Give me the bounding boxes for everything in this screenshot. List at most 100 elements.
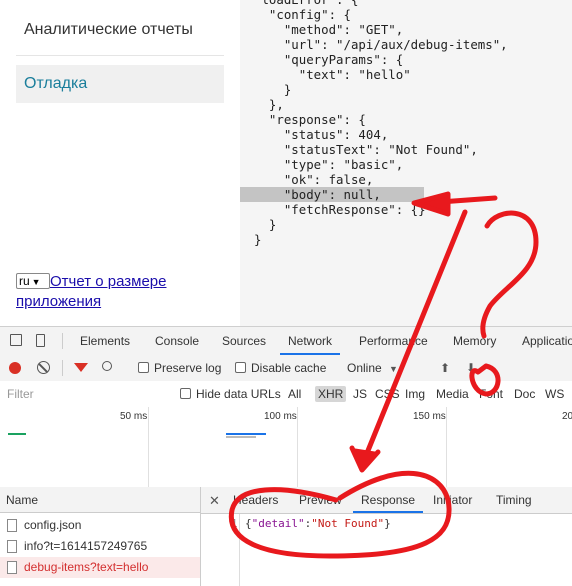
request-name: info?t=1614157249765 [24, 539, 148, 553]
code-line: } [254, 217, 277, 232]
timeline-bar [226, 436, 256, 438]
tab-application[interactable]: Applicatio [522, 327, 572, 355]
footer-row: ru ▼ Отчет о размере приложения [16, 272, 226, 312]
app-area: Аналитические отчеты Отладка ru ▼ Отчет о … [0, 0, 572, 326]
record-icon[interactable] [9, 362, 21, 374]
name-column-header[interactable]: Name [0, 487, 200, 513]
tab-initiator[interactable]: Initiator [433, 487, 472, 513]
code-line: "text": "hello" [254, 67, 411, 82]
inspect-element-icon[interactable] [10, 334, 22, 346]
disable-cache-checkbox[interactable]: Disable cache [235, 360, 326, 376]
clear-icon[interactable] [37, 361, 50, 374]
devtools-tab-bar: Elements Console Sources Network Perform… [0, 327, 572, 356]
divider [62, 360, 63, 376]
tab-memory[interactable]: Memory [453, 327, 496, 355]
filter-type-js[interactable]: JS [353, 386, 367, 402]
code-line: "body": null, [240, 187, 424, 202]
tab-response[interactable]: Response [353, 487, 424, 513]
timeline-gridline [446, 407, 447, 487]
json-code: "loadError": { "config": { "method": "GE… [240, 0, 508, 247]
response-key: "detail" [251, 517, 305, 530]
preserve-log-checkbox[interactable]: Preserve log [138, 360, 221, 376]
hide-data-urls-label: Hide data URLs [196, 387, 281, 401]
code-line: "loadError": { [240, 0, 508, 7]
request-row[interactable]: info?t=1614157249765 [0, 536, 200, 557]
tab-sources[interactable]: Sources [222, 327, 266, 355]
timeline-tick-label: 20 [562, 411, 572, 422]
response-body[interactable]: 1 {"detail":"Not Found"} [201, 514, 572, 586]
sidebar-item-debug[interactable]: Отладка [16, 65, 224, 103]
filter-type-font[interactable]: Font [479, 386, 503, 402]
code-line: "queryParams": { [254, 52, 404, 67]
language-value: ru [19, 274, 30, 288]
code-line: "statusText": "Not Found", [254, 142, 478, 157]
detail-tab-bar: ✕ Headers Preview Response Initiator Tim… [201, 487, 572, 514]
code-line: "url": "/api/aux/debug-items", [254, 37, 508, 52]
upload-har-icon[interactable]: ⬆ [440, 361, 450, 375]
filter-type-doc[interactable]: Doc [514, 386, 535, 402]
code-line: "method": "GET", [254, 22, 404, 37]
timeline-gridline [297, 407, 298, 487]
timeline-gridline [148, 407, 149, 487]
network-toolbar: Preserve log Disable cache Online ▼ ⬆ ⬇ [0, 355, 572, 382]
request-list: Name config.json info?t=1614157249765 de… [0, 487, 201, 586]
filter-bar: Filter Hide data URLs All XHR JS CSS Img… [0, 381, 572, 408]
filter-type-ws[interactable]: WS [545, 386, 564, 402]
timeline-tick-label: 50 ms [120, 411, 148, 422]
language-select[interactable]: ru ▼ [16, 273, 50, 289]
filter-type-img[interactable]: Img [405, 386, 425, 402]
request-row-error[interactable]: debug-items?text=hello [0, 557, 200, 578]
tab-timing[interactable]: Timing [496, 487, 532, 513]
divider [62, 333, 63, 349]
tab-network[interactable]: Network [280, 327, 341, 355]
devtools-panel: Elements Console Sources Network Perform… [0, 326, 572, 586]
checkbox-box [138, 362, 149, 373]
file-icon [7, 519, 17, 532]
tab-preview[interactable]: Preview [299, 487, 342, 513]
code-line: "ok": false, [254, 172, 374, 187]
request-detail: ✕ Headers Preview Response Initiator Tim… [201, 487, 572, 586]
hide-data-urls-checkbox[interactable]: Hide data URLs [180, 386, 281, 402]
download-har-icon[interactable]: ⬇ [466, 361, 476, 375]
filter-type-all[interactable]: All [288, 386, 301, 402]
json-viewer: "loadError": { "config": { "method": "GE… [240, 0, 572, 326]
filter-type-css[interactable]: CSS [375, 386, 400, 402]
line-number: 1 [231, 517, 238, 530]
sidebar: Аналитические отчеты Отладка ru ▼ Отчет о … [0, 0, 240, 326]
timeline-overview[interactable]: 50 ms 100 ms 150 ms 20 [0, 407, 572, 488]
response-value: "Not Found" [311, 517, 385, 530]
tab-console[interactable]: Console [155, 327, 199, 355]
tab-elements[interactable]: Elements [80, 327, 130, 355]
throttling-select[interactable]: Online ▼ [347, 360, 398, 376]
checkbox-box [180, 388, 191, 399]
tab-performance[interactable]: Performance [359, 327, 428, 355]
request-name: config.json [24, 518, 82, 532]
preserve-log-label: Preserve log [154, 361, 222, 375]
code-line: "response": { [254, 112, 366, 127]
filter-funnel-icon[interactable] [74, 363, 88, 372]
code-line: "fetchResponse": {} [254, 202, 426, 217]
code-line: "config": { [254, 7, 351, 22]
code-line: } [254, 82, 292, 97]
checkbox-box [235, 362, 246, 373]
code-line: }, [254, 97, 284, 112]
code-line: "type": "basic", [254, 157, 404, 172]
timeline-bar [8, 433, 26, 435]
code-line: } [254, 232, 262, 247]
device-toolbar-icon[interactable] [36, 334, 45, 347]
file-icon [7, 561, 17, 574]
timeline-bar [226, 433, 266, 435]
sidebar-item-reports[interactable]: Аналитические отчеты [16, 18, 224, 56]
chevron-down-icon: ▼ [31, 277, 41, 287]
request-row[interactable]: config.json [0, 515, 200, 536]
request-name: debug-items?text=hello [24, 560, 149, 574]
filter-type-media[interactable]: Media [436, 386, 469, 402]
file-icon [7, 540, 17, 553]
chevron-down-icon: ▼ [389, 364, 398, 374]
close-icon[interactable]: ✕ [209, 493, 220, 509]
tab-headers[interactable]: Headers [233, 487, 278, 513]
disable-cache-label: Disable cache [251, 361, 327, 375]
filter-type-xhr[interactable]: XHR [315, 386, 347, 402]
filter-input[interactable]: Filter [7, 386, 34, 402]
search-icon[interactable] [102, 361, 112, 371]
